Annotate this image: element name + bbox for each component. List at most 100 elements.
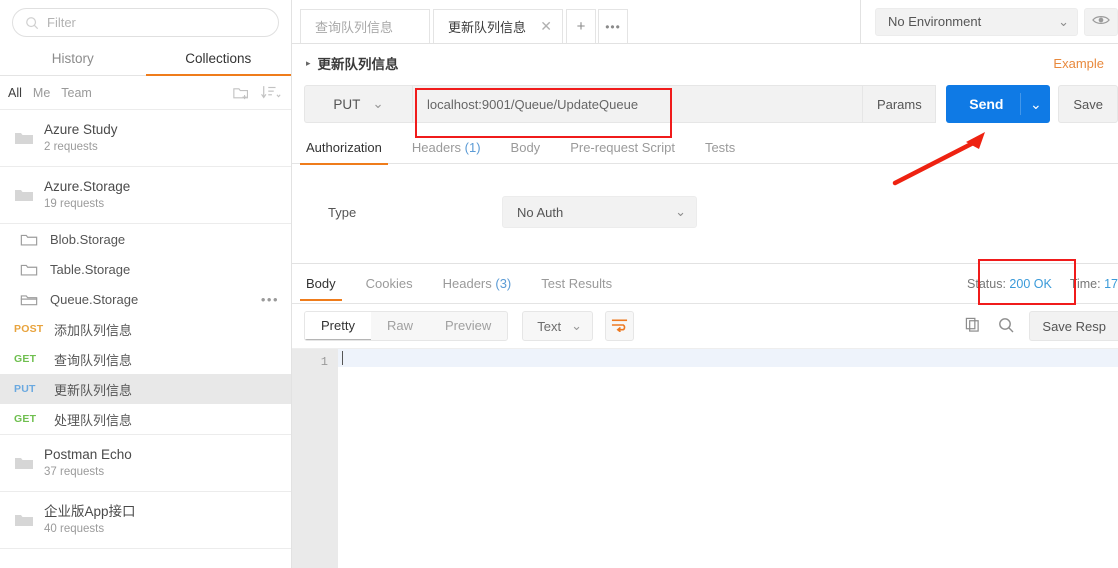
request-tab-query[interactable]: 查询队列信息 <box>300 9 430 43</box>
filter-container: Filter <box>0 0 291 43</box>
auth-type-selector[interactable]: No Auth ⌄ <box>502 196 697 228</box>
response-actions: Save Resp <box>957 311 1118 341</box>
collection-azure-storage[interactable]: Azure.Storage 19 requests <box>0 167 291 224</box>
format-segmented-control: Pretty Raw Preview <box>304 311 509 341</box>
search-input[interactable]: Filter <box>12 8 279 37</box>
collection-request-count: 40 requests <box>44 523 105 535</box>
tab-body[interactable]: Body <box>511 132 541 164</box>
search-response-button[interactable] <box>991 311 1021 341</box>
search-icon <box>998 317 1014 336</box>
collection-request-count: 19 requests <box>44 198 105 210</box>
collection-request-count: 2 requests <box>44 141 98 153</box>
tab-label: Body <box>306 275 336 291</box>
copy-button[interactable] <box>957 311 987 341</box>
response-body-editor[interactable]: 1 <box>292 348 1118 568</box>
request-tab-bar: 查询队列信息 更新队列信息 ✕ + ••• No Environment ⌄ <box>292 0 1118 44</box>
tabbar-spacer <box>630 0 860 44</box>
scope-me[interactable]: Me <box>33 86 50 100</box>
examples-link[interactable]: Example <box>1053 56 1104 71</box>
sort-icon[interactable] <box>261 85 281 100</box>
collection-text: Azure.Storage 19 requests <box>44 178 130 212</box>
close-icon[interactable]: ✕ <box>526 18 552 35</box>
folder-blob-storage[interactable]: Blob.Storage <box>0 224 291 254</box>
send-button[interactable]: Send ⌄ <box>946 85 1051 123</box>
tab-headers[interactable]: Headers (1) <box>412 132 481 164</box>
line-number-gutter: 1 <box>292 349 338 568</box>
main-panel: 查询队列信息 更新队列信息 ✕ + ••• No Environment ⌄ ▸… <box>292 0 1118 568</box>
chevron-down-icon: ⌄ <box>675 204 686 219</box>
word-wrap-button[interactable] <box>604 311 634 341</box>
response-type-selector[interactable]: Text ⌄ <box>522 311 593 341</box>
tab-label: Headers <box>411 139 462 155</box>
request-section-tabs: Authorization Headers (1) Body Pre-reque… <box>292 132 1118 165</box>
request-item-put-update[interactable]: PUT 更新队列信息 <box>0 374 291 404</box>
chevron-down-icon[interactable]: ⌄ <box>1020 93 1050 115</box>
request-method-badge: PUT <box>14 383 36 395</box>
chevron-down-icon: ⌄ <box>372 96 384 111</box>
response-code-area[interactable] <box>338 349 1118 568</box>
request-item-get-process[interactable]: GET 处理队列信息 <box>0 404 291 434</box>
format-preview[interactable]: Preview <box>429 312 507 340</box>
format-raw[interactable]: Raw <box>371 312 429 340</box>
request-method-badge: GET <box>14 353 37 365</box>
folder-table-storage[interactable]: Table.Storage <box>0 254 291 284</box>
save-button[interactable]: Save <box>1058 85 1118 123</box>
tab-count: (1) <box>464 139 481 155</box>
request-tab-update[interactable]: 更新队列信息 ✕ <box>433 9 563 43</box>
tab-strip: 查询队列信息 更新队列信息 ✕ + ••• <box>292 0 630 43</box>
tab-more-icon[interactable]: ••• <box>598 9 628 43</box>
folder-filled-icon <box>14 130 44 146</box>
status-badge: Status: 200 OK <box>967 277 1052 291</box>
tab-authorization[interactable]: Authorization <box>300 132 388 165</box>
collection-text: Postman Echo 37 requests <box>44 446 132 480</box>
request-tab-label: 查询队列信息 <box>315 20 394 35</box>
folder-queue-storage[interactable]: Queue.Storage ••• <box>0 284 291 314</box>
word-wrap-icon <box>611 318 628 335</box>
new-tab-button[interactable]: + <box>566 9 596 43</box>
tab-test-results[interactable]: Test Results <box>541 268 612 300</box>
format-pretty[interactable]: Pretty <box>305 312 371 340</box>
request-item-post[interactable]: POST 添加队列信息 <box>0 314 291 344</box>
time-badge: Time: 17 <box>1070 277 1118 291</box>
save-response-button[interactable]: Save Resp <box>1029 311 1118 341</box>
url-input[interactable]: localhost:9001/Queue/UpdateQueue <box>412 85 864 123</box>
tab-cookies[interactable]: Cookies <box>366 268 413 300</box>
collection-postman-echo[interactable]: Postman Echo 37 requests <box>0 435 291 492</box>
scope-all[interactable]: All <box>8 86 22 100</box>
collection-azure-study[interactable]: Azure Study 2 requests <box>0 110 291 167</box>
environment-quick-look-button[interactable] <box>1084 7 1118 36</box>
authorization-pane: Type No Auth ⌄ <box>292 164 1118 228</box>
folder-open-icon <box>20 292 50 307</box>
tab-label: Cookies <box>365 275 413 291</box>
folder-filled-icon <box>14 512 44 528</box>
response-section-tabs: Body Cookies Headers (3) Test Results St… <box>292 264 1118 304</box>
response-meta: Status: 200 OK Time: 17 <box>949 277 1118 291</box>
sidebar: Filter History Collections All Me Team A… <box>0 0 292 568</box>
new-folder-icon[interactable] <box>233 85 250 100</box>
collection-enterprise-app[interactable]: 企业版App接口 40 requests <box>0 492 291 549</box>
params-button[interactable]: Params <box>863 85 937 123</box>
tab-pre-request-script[interactable]: Pre-request Script <box>570 132 675 164</box>
collection-name: Azure.Storage <box>44 179 131 194</box>
folder-label: Blob.Storage <box>50 231 126 247</box>
response-format-toolbar: Pretty Raw Preview Text ⌄ Save Resp <box>292 304 1118 348</box>
tab-label: Headers <box>442 275 492 291</box>
tab-history[interactable]: History <box>0 43 146 75</box>
tab-response-body[interactable]: Body <box>300 268 342 301</box>
request-title-row: ▸ 更新队列信息 Example <box>292 48 1118 78</box>
eye-icon <box>1092 14 1110 29</box>
scope-team[interactable]: Team <box>61 86 92 100</box>
tab-collections[interactable]: Collections <box>145 43 292 76</box>
tab-count: (3) <box>495 275 512 291</box>
http-method-value: PUT <box>333 96 361 112</box>
expand-caret-icon[interactable]: ▸ <box>306 58 311 69</box>
tab-response-headers[interactable]: Headers (3) <box>443 268 512 300</box>
request-item-get-query[interactable]: GET 查询队列信息 <box>0 344 291 374</box>
collection-text: Azure Study 2 requests <box>44 121 118 155</box>
auth-type-value: No Auth <box>517 204 564 220</box>
http-method-selector[interactable]: PUT ⌄ <box>304 85 412 123</box>
collection-name: 企业版App接口 <box>44 504 136 519</box>
environment-selector[interactable]: No Environment ⌄ <box>875 7 1078 36</box>
tab-tests[interactable]: Tests <box>705 132 735 164</box>
folder-more-icon[interactable]: ••• <box>261 292 279 307</box>
